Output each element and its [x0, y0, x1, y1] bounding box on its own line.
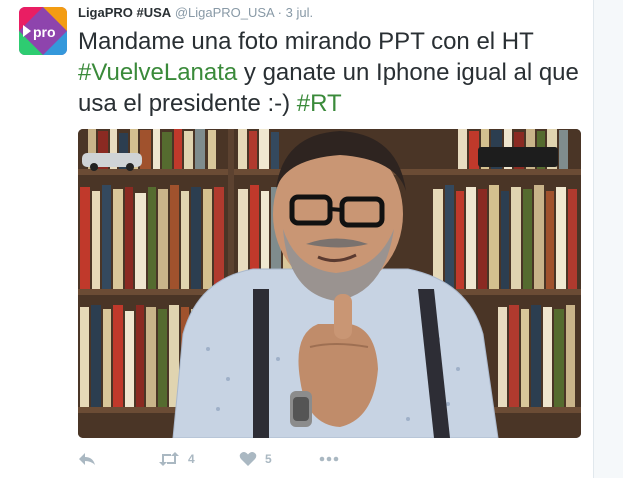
like-action[interactable]: 5 [239, 448, 272, 470]
tweet-timestamp[interactable]: 3 jul. [286, 5, 313, 20]
author-avatar[interactable]: pro [19, 7, 67, 55]
like-count: 5 [265, 452, 272, 466]
reply-action[interactable] [78, 448, 96, 470]
tweet-header: LigaPRO #USA @LigaPRO_USA · 3 jul. [78, 5, 313, 21]
author-display-name[interactable]: LigaPRO #USA [78, 5, 171, 20]
photo-illustration [78, 129, 581, 438]
timeline-gutter [594, 0, 623, 478]
tweet-actions: 4 5 [78, 448, 378, 470]
hashtag-link-rt[interactable]: #RT [297, 90, 342, 117]
retweet-count: 4 [188, 452, 195, 466]
more-action[interactable] [319, 448, 339, 470]
retweet-action[interactable]: 4 [158, 448, 195, 470]
tweet-text-part-1: Mandame una foto mirando PPT con el HT [78, 28, 534, 55]
heart-icon[interactable] [239, 451, 257, 467]
hashtag-link-vuelvelanata[interactable]: #VuelveLanata [78, 59, 237, 86]
avatar-logo-text: pro [33, 24, 56, 40]
header-separator: · [277, 5, 282, 20]
tweet-photo[interactable] [78, 129, 581, 438]
more-icon[interactable] [319, 456, 339, 462]
reply-icon[interactable] [78, 451, 96, 467]
tweet-text: Mandame una foto mirando PPT con el HT #… [78, 26, 588, 119]
author-handle[interactable]: @LigaPRO_USA [175, 5, 274, 20]
retweet-icon[interactable] [158, 451, 180, 467]
